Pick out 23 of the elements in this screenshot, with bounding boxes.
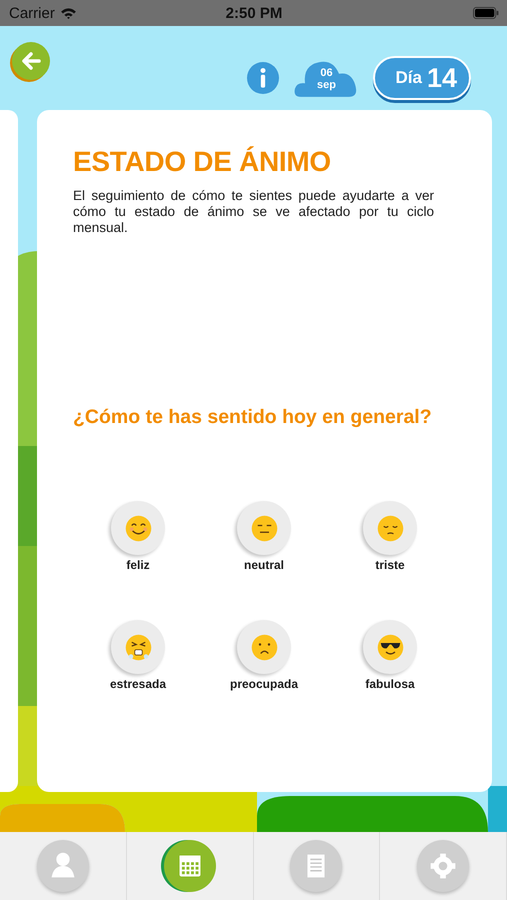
info-button[interactable] xyxy=(247,62,280,94)
emoji-face-icon xyxy=(250,634,278,660)
mood-option[interactable]: fabulosa xyxy=(327,620,453,691)
mood-option[interactable]: neutral xyxy=(201,501,327,572)
battery-icon xyxy=(472,7,499,19)
mood-question: ¿Cómo te has sentido hoy en general? xyxy=(73,406,433,429)
emoji-face-icon xyxy=(250,514,278,542)
mood-option[interactable]: estresada xyxy=(75,620,201,691)
wifi-icon xyxy=(60,7,77,19)
emoji-face-icon xyxy=(124,514,152,542)
mood-option[interactable]: triste xyxy=(327,501,453,572)
status-time: 2:50 PM xyxy=(226,4,282,22)
emoji-face-icon xyxy=(376,634,404,660)
emoji-face-icon xyxy=(376,514,404,542)
card-title: ESTADO DE ÁNIMO xyxy=(73,146,332,178)
back-button[interactable] xyxy=(12,42,50,80)
mood-option[interactable]: feliz xyxy=(75,501,201,572)
emoji-face-icon xyxy=(124,634,152,660)
mood-option[interactable]: preocupada xyxy=(201,620,327,691)
card-description: El seguimiento de cómo te sientes puede ayudarte a ver cómo tu estado de ánimo se ve afectado por tu ciclo mensual. xyxy=(73,188,434,236)
left-arrow-icon xyxy=(19,49,43,73)
carrier-label: Carrier xyxy=(9,4,55,22)
info-icon xyxy=(247,62,280,94)
